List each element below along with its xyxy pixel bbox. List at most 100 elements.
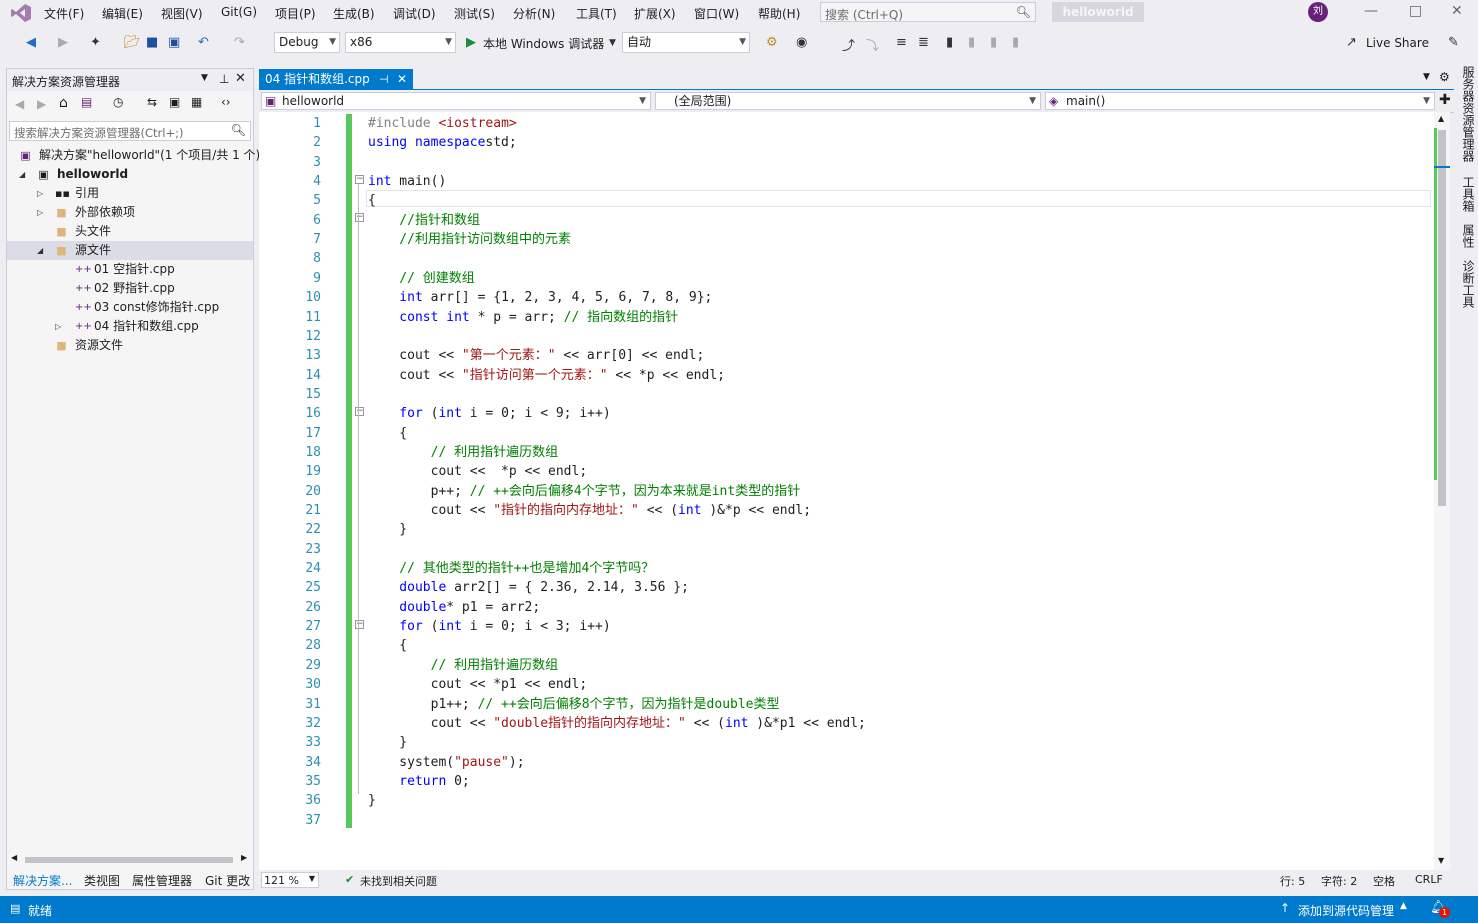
run-icon[interactable]: ▶ [466,35,476,50]
code-line[interactable]: // 利用指针遍历数组 [368,443,558,462]
menu-item[interactable]: 生成(B) [333,5,375,22]
step-into-icon[interactable]: ⤵ [866,35,879,54]
tree-item-project[interactable]: ◢ ▣ helloworld [7,165,253,184]
code-line[interactable]: { [368,424,407,443]
visual-studio-logo-icon[interactable] [10,3,32,23]
tree-item-header-files[interactable]: ■ 头文件 [7,222,253,241]
code-line[interactable]: //指针和数组 [368,211,480,230]
tree-item-solution[interactable]: ▣ 解决方案"helloworld"(1 个项目/共 1 个) [7,146,260,165]
code-line[interactable]: // 其他类型的指针++也是增加4个字节吗？ [368,559,654,578]
scroll-left-icon[interactable]: ◀ [11,853,17,862]
fold-toggle-icon[interactable]: − [355,407,364,416]
chevron-down-icon[interactable]: ▼ [1423,72,1430,82]
menu-item[interactable]: 视图(V) [161,5,203,22]
tab-solution-explorer[interactable]: 解决方案... [13,872,72,889]
menu-item[interactable]: 帮助(H) [758,5,800,22]
back-icon[interactable]: ◀ [15,97,24,111]
scroll-right-icon[interactable]: ▶ [241,853,247,862]
chevron-up-icon[interactable]: ▲ [1400,901,1407,911]
scroll-down-icon[interactable]: ▼ [1438,856,1444,865]
code-line[interactable]: } [368,520,407,539]
tab-property-manager[interactable]: 属性管理器 [132,872,192,889]
save-all-icon[interactable]: ▣ [168,35,180,50]
next-bookmark-icon[interactable]: ▮ [990,35,997,50]
code-line[interactable]: // 利用指针遍历数组 [368,656,558,675]
save-icon[interactable]: ■ [146,35,158,50]
tree-item-external-deps[interactable]: ▷ ■ 外部依赖项 [7,203,253,222]
close-icon[interactable]: ✕ [235,71,246,86]
collapsed-arrow-icon[interactable]: ▷ [37,184,43,203]
tree-item-file-3[interactable]: ++ 03 const修饰指针.cpp [7,298,253,317]
live-share-button[interactable]: Live Share [1366,36,1429,50]
code-line[interactable]: for (int i = 0; i < 9; i++) [368,404,610,423]
live-share-icon[interactable]: ↗ [1346,35,1357,50]
sync-icon[interactable]: ⇆ [147,95,157,109]
menu-item[interactable]: 窗口(W) [694,5,739,22]
fold-toggle-icon[interactable]: − [355,175,364,184]
issues-status[interactable]: 未找到相关问题 [360,873,437,889]
tab-toolbox[interactable]: 工具箱 [1460,176,1477,212]
code-line[interactable]: int main() [368,172,446,191]
code-line[interactable]: } [368,733,407,752]
show-all-files-icon[interactable]: ▦ [191,95,202,109]
back-icon[interactable]: ◀ [26,35,36,50]
forward-icon[interactable]: ▶ [58,35,68,50]
close-icon[interactable]: ✕ [397,69,407,90]
fold-toggle-icon[interactable]: − [355,620,364,629]
line-indicator[interactable]: 行: 5 [1280,873,1305,889]
menu-item[interactable]: 编辑(E) [102,5,143,22]
clear-bookmarks-icon[interactable]: ▮ [1012,35,1019,50]
code-line[interactable]: cout << "指针的指向内存地址：" << (int )&*p << end… [368,501,811,520]
undo-icon[interactable]: ↶ [198,35,209,50]
scroll-thumb[interactable] [25,857,233,863]
split-icon[interactable]: ✚ [1439,92,1451,108]
chevron-down-icon[interactable]: ▼ [201,73,208,83]
code-line[interactable]: return 0; [368,772,469,791]
code-line[interactable]: int arr[] = {1, 2, 3, 4, 5, 6, 7, 8, 9}; [368,288,712,307]
code-line[interactable]: #include <iostream> [368,114,517,133]
tree-item-resource-files[interactable]: ■ 资源文件 [7,336,253,355]
code-line[interactable]: double arr2[] = { 2.36, 2.14, 3.56 }; [368,578,689,597]
code-line[interactable]: cout << *p << endl; [368,462,588,481]
expanded-arrow-icon[interactable]: ◢ [19,165,25,184]
search-input[interactable]: 搜索 (Ctrl+Q) 🔍︎ [820,2,1036,22]
forward-icon[interactable]: ▶ [37,97,46,111]
run-mode-select[interactable]: 自动 ▼ [622,32,750,53]
hot-reload-icon[interactable]: ⚙ [766,35,778,50]
menu-item[interactable]: 项目(P) [275,5,316,22]
scroll-up-icon[interactable]: ▲ [1438,114,1444,123]
tab-git-changes[interactable]: Git 更改 [205,872,250,889]
code-line[interactable]: const int * p = arr; // 指向数组的指针 [368,308,678,327]
open-folder-icon[interactable]: 📂︎ [124,35,141,50]
tab-class-view[interactable]: 类视图 [84,872,120,889]
tab-properties[interactable]: 属性 [1460,224,1477,248]
zoom-select[interactable]: 121 % ▼ [261,872,319,888]
tab-server-explorer[interactable]: 服务器资源管理器 [1460,66,1477,162]
menu-item[interactable]: 工具(T) [576,5,617,22]
horizontal-scrollbar[interactable]: ◀ ▶ [11,853,249,865]
collapsed-arrow-icon[interactable]: ▷ [37,203,43,222]
tab-diagnostic-tools[interactable]: 诊断工具 [1460,260,1477,308]
project-nav-select[interactable]: ▣ helloworld ▼ [261,92,651,110]
scope-nav-select[interactable]: (全局范围) ▼ [655,92,1041,110]
menu-item[interactable]: 扩展(X) [634,5,676,22]
line-ending-indicator[interactable]: CRLF [1415,873,1443,886]
menu-item[interactable]: Git(G) [221,5,257,19]
code-line[interactable]: { [368,636,407,655]
vertical-scrollbar[interactable]: ▲ ▼ [1434,112,1450,870]
code-line[interactable]: p1++; // ++会向后偏移8个字节，因为指针是double类型 [368,695,780,714]
tab-active-document[interactable]: 04 指针和数组.cpp ⊣ ✕ [259,69,413,90]
code-line[interactable]: cout << "double指针的指向内存地址：" << (int )&*p1… [368,714,866,733]
new-project-icon[interactable]: ✦ [90,35,101,50]
code-line[interactable]: cout << "第一个元素：" << arr[0] << endl; [368,346,704,365]
code-line[interactable]: //利用指针访问数组中的元素 [368,230,571,249]
tree-item-source-files[interactable]: ◢ ■ 源文件 [7,241,253,260]
tree-item-file-1[interactable]: ++ 01 空指针.cpp [7,260,253,279]
menu-item[interactable]: 调试(D) [393,5,436,22]
code-line[interactable]: } [368,791,376,810]
spacing-indicator[interactable]: 空格 [1373,873,1395,889]
code-line[interactable]: { [368,191,376,210]
code-line[interactable]: for (int i = 0; i < 3; i++) [368,617,610,636]
fold-toggle-icon[interactable]: − [355,213,364,222]
collapse-all-icon[interactable]: ▣ [169,95,180,109]
